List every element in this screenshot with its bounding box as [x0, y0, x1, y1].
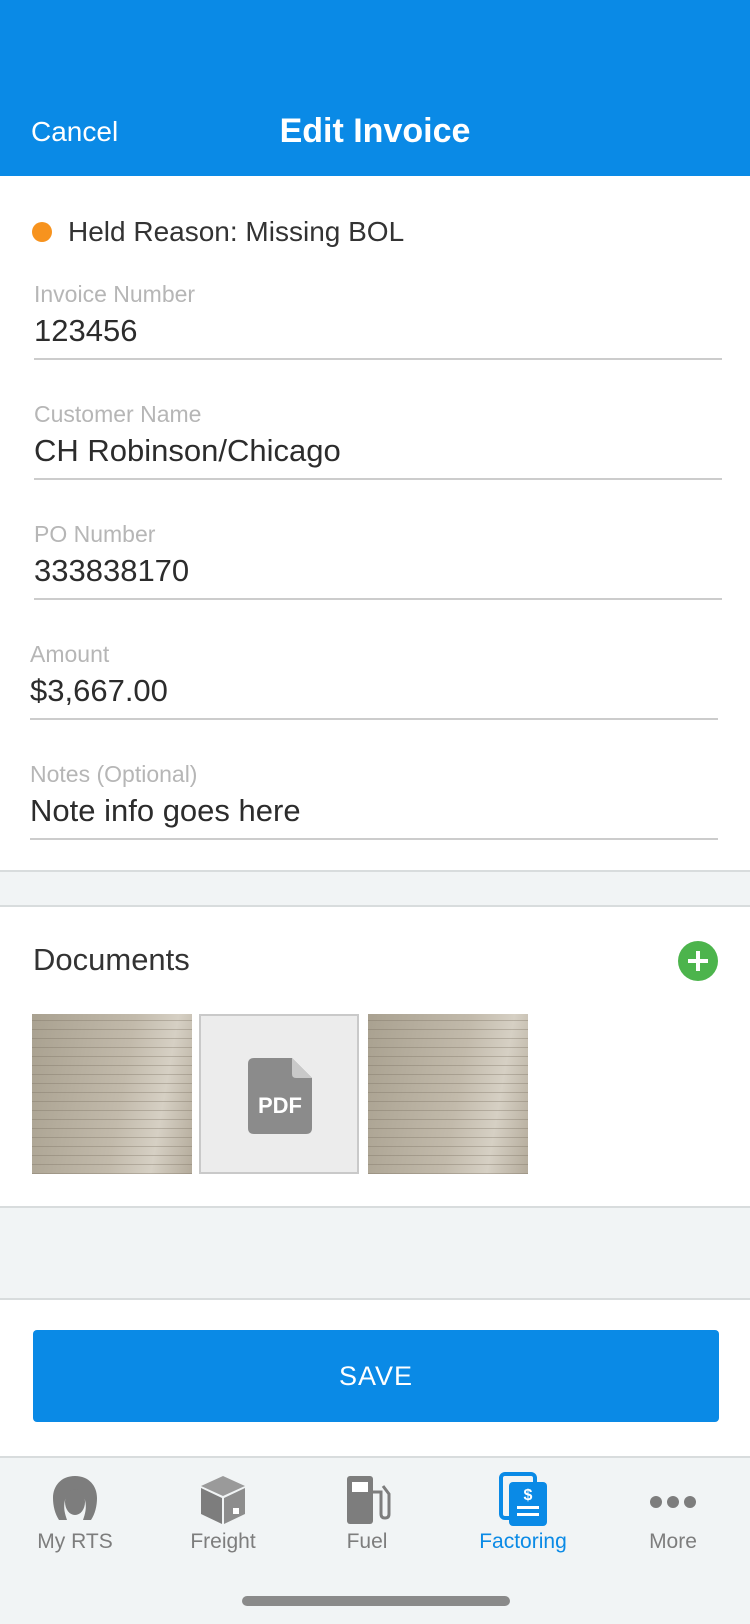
- tab-fuel[interactable]: Fuel: [292, 1458, 442, 1588]
- amount-label: Amount: [30, 641, 110, 667]
- notes-field[interactable]: Notes (Optional) Note info goes here: [30, 760, 718, 840]
- amount-field[interactable]: Amount $3,667.00: [30, 640, 718, 720]
- po-number-underline: [34, 598, 722, 600]
- invoice-number-field[interactable]: Invoice Number 123456: [34, 280, 722, 360]
- tab-label-factoring: Factoring: [479, 1530, 567, 1553]
- amount-underline: [30, 718, 718, 720]
- section-divider: [0, 1298, 750, 1300]
- section-divider: [0, 905, 750, 907]
- customer-name-label: Customer Name: [34, 401, 202, 427]
- tab-more[interactable]: More: [598, 1458, 748, 1588]
- document-thumbnail-photo[interactable]: [32, 1014, 192, 1174]
- pdf-file-icon: PDF: [248, 1058, 312, 1134]
- plus-circle-icon[interactable]: [678, 941, 718, 981]
- invoice-number-input[interactable]: 123456: [34, 312, 722, 350]
- tab-factoring[interactable]: $ Factoring: [448, 1458, 598, 1588]
- invoice-number-underline: [34, 358, 722, 360]
- fuel-pump-icon: [347, 1476, 391, 1524]
- documents-heading: Documents: [33, 942, 190, 977]
- document-thumbnail-photo[interactable]: [368, 1014, 528, 1174]
- invoice-dollar-icon: $: [499, 1472, 547, 1526]
- tab-label-my-rts: My RTS: [37, 1530, 113, 1553]
- notes-input[interactable]: Note info goes here: [30, 792, 718, 830]
- customer-name-field[interactable]: Customer Name CH Robinson/Chicago: [34, 400, 722, 480]
- home-indicator: [242, 1596, 510, 1606]
- section-spacer: [0, 872, 750, 905]
- bottom-tab-bar: My RTS Freight Fuel $ Factoring More: [0, 1456, 750, 1624]
- tab-label-freight: Freight: [190, 1530, 256, 1553]
- tab-label-fuel: Fuel: [346, 1530, 388, 1553]
- nav-header: Cancel Edit Invoice: [0, 0, 750, 176]
- edit-invoice-screen: Cancel Edit Invoice Held Reason: Missing…: [0, 0, 750, 1624]
- section-spacer: [0, 1208, 750, 1298]
- po-number-input[interactable]: 333838170: [34, 552, 722, 590]
- tab-freight[interactable]: Freight: [148, 1458, 298, 1588]
- notes-underline: [30, 838, 718, 840]
- save-button[interactable]: SAVE: [33, 1330, 719, 1422]
- amount-input[interactable]: $3,667.00: [30, 672, 718, 710]
- notes-label: Notes (Optional): [30, 761, 198, 787]
- pdf-icon-text: PDF: [258, 1093, 302, 1118]
- svg-text:$: $: [524, 1487, 533, 1504]
- user-icon: [53, 1476, 97, 1520]
- held-reason-text: Held Reason: Missing BOL: [68, 216, 405, 247]
- package-icon: [201, 1476, 245, 1524]
- customer-name-input[interactable]: CH Robinson/Chicago: [34, 432, 722, 470]
- customer-name-underline: [34, 478, 722, 480]
- po-number-field[interactable]: PO Number 333838170: [34, 520, 722, 600]
- held-reason-row: Held Reason: Missing BOL: [32, 214, 404, 250]
- more-dots-icon: [650, 1496, 696, 1508]
- tab-label-more: More: [649, 1530, 697, 1553]
- document-thumbnail-pdf[interactable]: PDF: [199, 1014, 359, 1174]
- tab-my-rts[interactable]: My RTS: [0, 1458, 150, 1588]
- status-dot-icon: [32, 222, 52, 242]
- po-number-label: PO Number: [34, 521, 156, 547]
- invoice-number-label: Invoice Number: [34, 281, 196, 307]
- page-title: Edit Invoice: [279, 112, 471, 150]
